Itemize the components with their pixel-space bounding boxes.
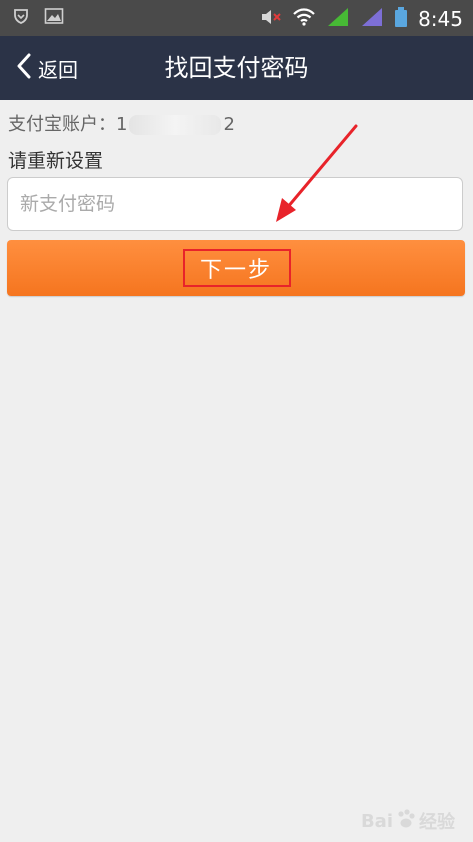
image-icon [44, 7, 64, 29]
next-step-label: 下一步 [199, 258, 272, 283]
password-field-container [7, 177, 463, 231]
shield-icon [12, 7, 30, 29]
next-step-button[interactable]: 下一步 [7, 240, 465, 296]
wifi-icon [292, 7, 316, 31]
signal-secondary-icon [360, 6, 384, 32]
new-password-input[interactable] [8, 178, 462, 230]
account-redaction [129, 115, 222, 135]
account-label: 支付宝账户： [8, 114, 116, 135]
chevron-left-icon [16, 53, 32, 83]
mute-icon [260, 7, 282, 31]
nav-bar: 返回 找回支付密码 [0, 36, 473, 100]
watermark-brand-right: 经验 [419, 812, 455, 833]
account-row: 支付宝账户：1 2 [8, 110, 235, 136]
section-label: 请重新设置 [8, 150, 104, 172]
signal-icon [326, 6, 350, 32]
watermark: Bai 经验 [361, 808, 455, 834]
status-time: 8:45 [418, 7, 463, 31]
back-label: 返回 [38, 57, 78, 82]
back-button[interactable]: 返回 [16, 50, 78, 86]
account-suffix: 2 [223, 114, 235, 135]
watermark-brand-left: Bai [360, 810, 393, 832]
status-bar: 8:45 [0, 0, 473, 36]
account-prefix: 1 [116, 114, 128, 135]
paw-icon [395, 808, 417, 834]
battery-icon [394, 6, 408, 32]
